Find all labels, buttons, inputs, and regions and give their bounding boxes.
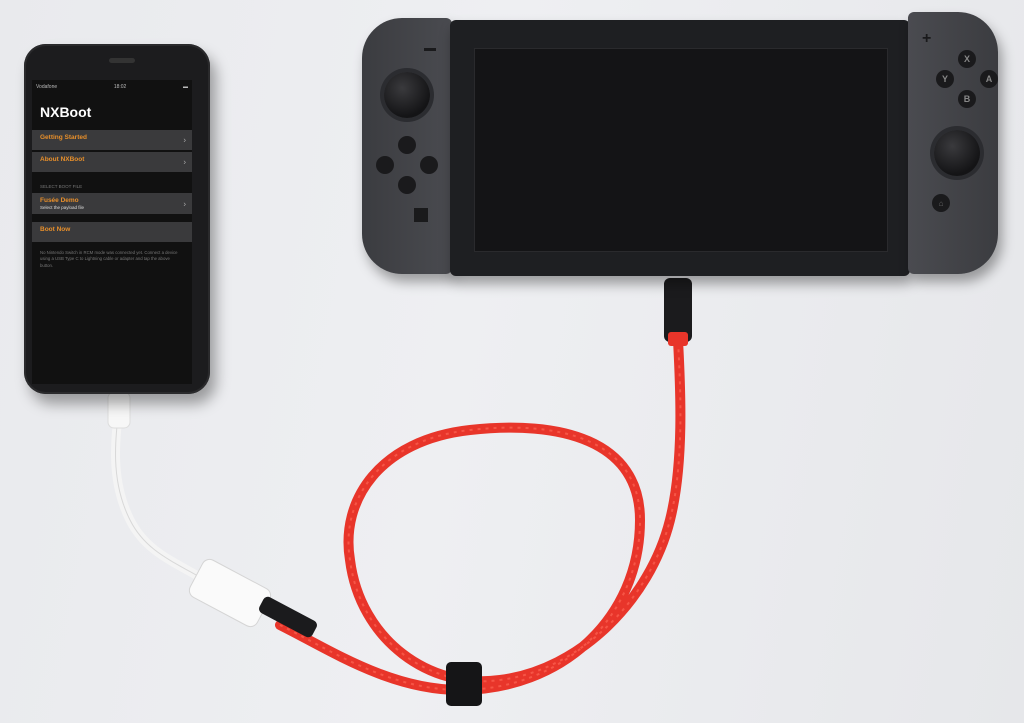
- left-stick[interactable]: [384, 72, 430, 118]
- nintendo-switch: + X Y A B ⌂: [362, 12, 998, 276]
- boot-now-button[interactable]: Boot Now: [32, 222, 192, 242]
- row-label: Getting Started: [40, 134, 87, 141]
- status-time: 18:02: [113, 84, 127, 90]
- usbc-plug-switch: [664, 278, 692, 342]
- switch-console: [450, 20, 910, 276]
- switch-screen: [474, 48, 888, 252]
- about-row[interactable]: About NXBoot ›: [32, 152, 192, 172]
- row-label: Boot Now: [40, 226, 71, 233]
- cable-tie: [446, 662, 482, 706]
- row-label: Fusée Demo: [40, 197, 79, 204]
- getting-started-row[interactable]: Getting Started ›: [32, 130, 192, 150]
- phone-screen: Vodafone 18:02 ▬ NXBoot Getting Started …: [32, 80, 192, 384]
- chevron-right-icon: ›: [183, 199, 186, 208]
- left-joycon: [362, 18, 452, 274]
- payload-row[interactable]: Fusée Demo Select the payload file ›: [32, 193, 192, 214]
- minus-button[interactable]: [424, 48, 436, 51]
- a-button[interactable]: A: [980, 70, 998, 88]
- x-button[interactable]: X: [958, 50, 976, 68]
- lightning-connector: [107, 391, 131, 429]
- red-cable: [275, 335, 686, 696]
- carrier-label: Vodafone: [36, 84, 58, 90]
- status-bar: Vodafone 18:02 ▬: [32, 80, 192, 94]
- row-subtitle: Select the payload file: [40, 205, 85, 210]
- dpad-up[interactable]: [398, 136, 416, 154]
- chevron-right-icon: ›: [183, 135, 186, 145]
- app-title: NXBoot: [40, 104, 92, 120]
- usb-adapter: [188, 558, 272, 628]
- home-icon[interactable]: ⌂: [932, 194, 950, 212]
- y-button[interactable]: Y: [936, 70, 954, 88]
- dpad-right[interactable]: [420, 156, 438, 174]
- b-button[interactable]: B: [958, 90, 976, 108]
- photo-scene: Vodafone 18:02 ▬ NXBoot Getting Started …: [0, 0, 1024, 723]
- white-cable: [111, 395, 210, 585]
- row-label: About NXBoot: [40, 156, 85, 163]
- right-stick[interactable]: [934, 130, 980, 176]
- chevron-right-icon: ›: [183, 157, 186, 167]
- section-label: SELECT BOOT FILE: [40, 184, 83, 189]
- iphone: Vodafone 18:02 ▬ NXBoot Getting Started …: [24, 44, 210, 394]
- footer-text: No Nintendo Switch in RCM mode was conne…: [40, 250, 178, 268]
- battery-icon: ▬: [183, 84, 188, 90]
- right-joycon: + X Y A B ⌂: [908, 12, 998, 274]
- phone-speaker: [109, 58, 135, 63]
- usbc-plug-adapter: [259, 596, 317, 638]
- dpad-left[interactable]: [376, 156, 394, 174]
- dpad-down[interactable]: [398, 176, 416, 194]
- plus-button[interactable]: +: [922, 30, 931, 48]
- capture-button[interactable]: [414, 208, 428, 222]
